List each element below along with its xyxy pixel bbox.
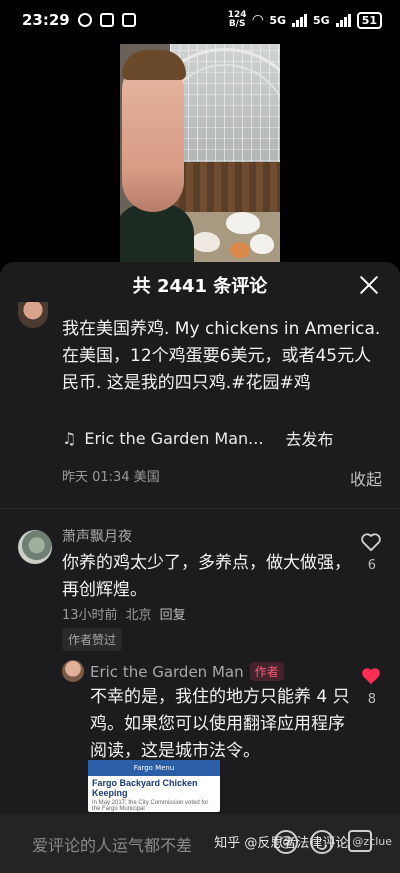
video-player[interactable]: [120, 44, 280, 262]
publish-button[interactable]: 去发布: [285, 426, 333, 450]
video-person: [120, 44, 194, 262]
chicken: [226, 212, 260, 234]
comment-time: 13小时前: [62, 608, 118, 623]
reply-author-avatar[interactable]: [62, 660, 84, 682]
comment-sheet: 共 2441 条评论 我在美国养鸡. My chickens in Americ…: [0, 262, 400, 873]
comment-location: 北京: [125, 608, 152, 623]
vibrate-icon: [121, 13, 136, 27]
liked-heart-icon[interactable]: [360, 666, 382, 686]
divider: [0, 508, 400, 509]
embed-title: Fargo Backyard Chicken Keeping: [92, 778, 198, 798]
embed-header: Fargo Menu: [88, 760, 220, 776]
nfc-icon: [99, 13, 114, 27]
reply-like-count: 8: [367, 692, 376, 707]
watermark-text: 知乎 @反思者法律评论: [214, 836, 349, 851]
close-icon[interactable]: [358, 274, 380, 296]
post-timestamp: 昨天 01:34 美国: [62, 470, 160, 485]
signal-label-2: 5G: [313, 13, 330, 27]
commenter-avatar[interactable]: [18, 530, 52, 564]
music-note-icon: ♫: [62, 428, 77, 448]
comment-meta: 13小时前 北京 回复: [62, 604, 186, 623]
watermark: 知乎 @反思者法律评论 @zclue: [214, 832, 392, 851]
network-speed: 124 B/S: [227, 10, 247, 29]
status-bar: 23:29 124 B/S ◠ 5G 5G 51: [0, 0, 400, 40]
post-author-avatar[interactable]: [18, 302, 48, 328]
chicken: [192, 232, 220, 252]
wifi-icon: ◠: [252, 12, 264, 28]
post-caption: 我在美国养鸡. My chickens in America. 在美国，12个鸡…: [62, 319, 381, 393]
watermark-secondary: @zclue: [352, 835, 392, 848]
reply-image-attachment[interactable]: Fargo Menu Fargo Backyard Chicken Keepin…: [88, 760, 220, 812]
music-row[interactable]: ♫ Eric the Garden Man... 去发布: [62, 426, 333, 450]
status-time: 23:29: [22, 11, 70, 29]
chicken: [230, 242, 250, 258]
signal-label-1: 5G: [269, 13, 286, 27]
music-title[interactable]: Eric the Garden Man...: [84, 429, 263, 448]
reply-author-name[interactable]: Eric the Garden Man: [90, 663, 244, 681]
collapse-button[interactable]: 收起: [350, 466, 382, 490]
sheet-header: 共 2441 条评论: [0, 262, 400, 308]
reply-author-row: Eric the Garden Man 作者: [90, 662, 284, 681]
comment-count-title: 共 2441 条评论: [132, 276, 268, 297]
signal-bars-2-icon: [335, 13, 351, 27]
comment-text: 你养的鸡太少了，多养点，做大做强，再创辉煌。: [62, 553, 351, 600]
chicken: [250, 234, 274, 254]
author-liked-badge: 作者赞过: [62, 628, 123, 651]
like-heart-icon[interactable]: [360, 532, 382, 552]
eye-comfort-icon: [77, 13, 92, 27]
author-badge: 作者: [249, 662, 284, 681]
battery-icon: 51: [356, 11, 382, 29]
comment-like-count: 6: [367, 558, 376, 573]
commenter-name[interactable]: 萧声飘月夜: [62, 526, 132, 546]
embed-body: In May 2017, the City Commission voted f…: [92, 800, 209, 812]
reply-text: 不幸的是，我住的地方只能养 4 只鸡。如果您可以使用翻译应用程序阅读，这是城市法…: [90, 687, 350, 761]
comment-input[interactable]: 爱评论的人运气都不差: [32, 832, 192, 856]
signal-bars-1-icon: [292, 13, 307, 27]
reply-button[interactable]: 回复: [160, 604, 186, 623]
